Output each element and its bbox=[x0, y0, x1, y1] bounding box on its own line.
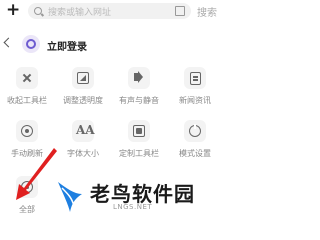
brand-domain: LNGS.NET bbox=[113, 203, 153, 211]
brand-logo-icon bbox=[58, 182, 82, 212]
